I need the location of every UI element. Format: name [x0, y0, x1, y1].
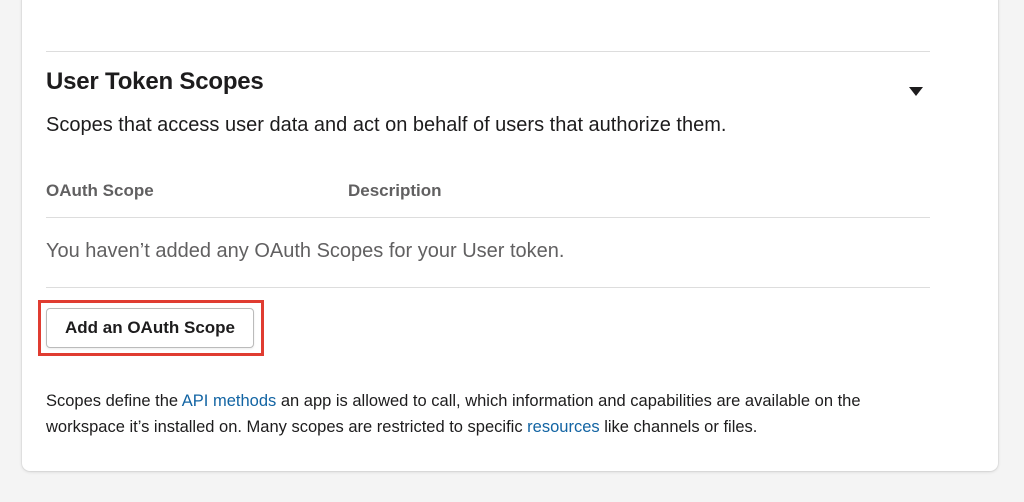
section-subtitle: Scopes that access user data and act on …: [46, 114, 727, 136]
section-divider-top: [46, 51, 930, 52]
footnote-text-3: like channels or files.: [599, 418, 758, 436]
table-bottom-divider: [46, 287, 930, 288]
column-header-oauth-scope: OAuth Scope: [46, 181, 154, 200]
add-oauth-scope-button[interactable]: Add an OAuth Scope: [46, 308, 254, 348]
caret-down-icon: [909, 83, 923, 101]
table-header-divider: [46, 217, 930, 218]
resources-link[interactable]: resources: [527, 418, 599, 436]
section-title: User Token Scopes: [46, 68, 264, 95]
empty-scopes-message: You haven’t added any OAuth Scopes for y…: [46, 240, 565, 262]
column-header-description: Description: [348, 181, 442, 200]
footnote-text-1: Scopes define the: [46, 392, 182, 410]
scopes-footnote: Scopes define the API methods an app is …: [46, 388, 936, 440]
api-methods-link[interactable]: API methods: [182, 392, 276, 410]
collapse-toggle[interactable]: [904, 82, 928, 102]
